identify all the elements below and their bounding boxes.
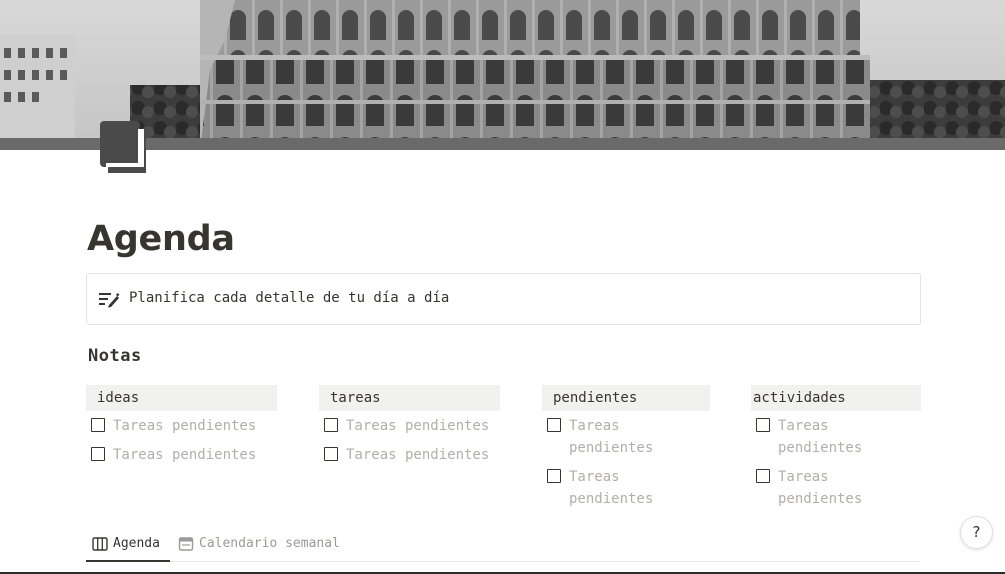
todo-placeholder: Tareas pendientes [569,469,654,507]
checkbox[interactable] [756,418,770,432]
checkbox[interactable] [547,469,561,483]
cover-image [0,0,1005,150]
book-icon[interactable] [98,119,150,175]
edit-list-icon [98,290,120,308]
todo-item[interactable]: Tareas pendientes [86,415,277,437]
todo-item[interactable]: Tareas pendientes [542,466,672,510]
callout[interactable]: Planifica cada detalle de tu día a día [86,273,921,325]
todo-placeholder: Tareas pendientes [346,418,490,434]
notes-column-tareas: tareas Tareas pendientes Tareas pendient… [319,385,500,466]
column-header[interactable]: tareas [319,385,500,411]
checkbox[interactable] [547,418,561,432]
column-header[interactable]: ideas [86,385,277,411]
tab-label: Calendario semanal [199,536,340,551]
todo-placeholder: Tareas pendientes [113,447,257,463]
notes-column-pendientes: pendientes Tareas pendientes Tareas pend… [542,385,710,510]
tab-agenda[interactable]: Agenda [86,533,170,562]
page-title[interactable]: Agenda [87,219,235,259]
todo-placeholder: Tareas pendientes [778,418,863,456]
checkbox[interactable] [91,418,105,432]
callout-text: Planifica cada detalle de tu día a día [129,290,450,306]
column-header[interactable]: actividades [751,385,921,411]
todo-placeholder: Tareas pendientes [113,418,257,434]
todo-placeholder: Tareas pendientes [346,447,490,463]
todo-item[interactable]: Tareas pendientes [86,444,277,466]
todo-item[interactable]: Tareas pendientes [319,444,500,466]
calendar-icon [178,537,194,551]
checkbox[interactable] [324,418,338,432]
checkbox[interactable] [91,447,105,461]
todo-placeholder: Tareas pendientes [569,418,654,456]
todo-item[interactable]: Tareas pendientes [542,415,672,459]
tab-label: Agenda [113,536,160,551]
board-icon [92,537,108,551]
todo-item[interactable]: Tareas pendientes [319,415,500,437]
todo-item[interactable]: Tareas pendientes [751,466,881,510]
checkbox[interactable] [324,447,338,461]
section-heading-notas: Notas [88,346,142,366]
column-header[interactable]: pendientes [542,385,710,411]
view-tabs: Agenda Calendario semanal [86,533,920,562]
todo-item[interactable]: Tareas pendientes [751,415,881,459]
tab-calendario-semanal[interactable]: Calendario semanal [178,533,340,562]
notes-column-actividades: actividades Tareas pendientes Tareas pen… [751,385,921,510]
checkbox[interactable] [756,469,770,483]
help-button[interactable]: ? [960,516,993,549]
todo-placeholder: Tareas pendientes [778,469,863,507]
notes-column-ideas: ideas Tareas pendientes Tareas pendiente… [86,385,277,466]
